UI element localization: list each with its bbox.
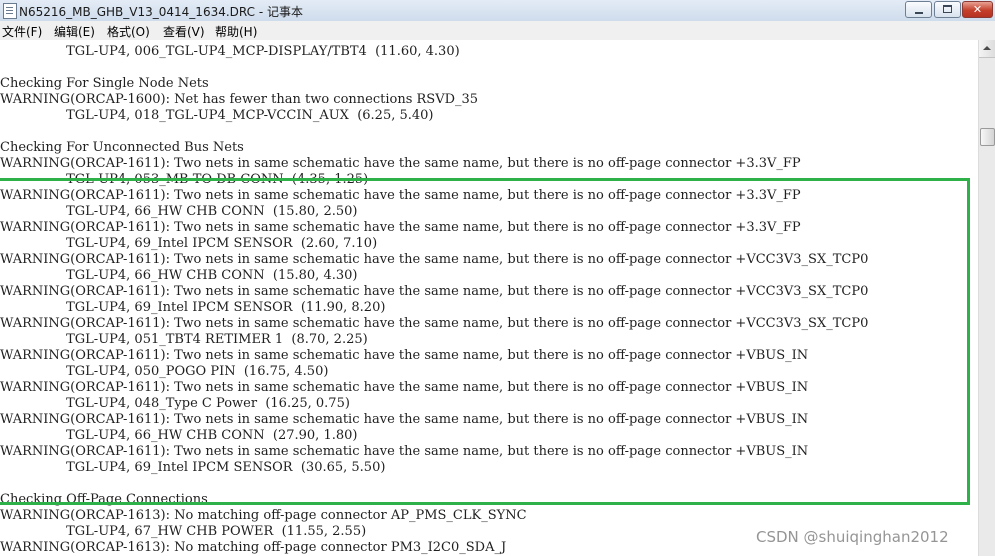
text-line: TGL-UP4, 018_TGL-UP4_MCP-VCCIN_AUX (6.25… xyxy=(0,108,434,123)
text-line: TGL-UP4, 006_TGL-UP4_MCP-DISPLAY/TBT4 (1… xyxy=(0,44,460,59)
text-line: TGL-UP4, 66_HW CHB CONN (15.80, 4.30) xyxy=(0,268,358,283)
text-line: TGL-UP4, 66_HW CHB CONN (15.80, 2.50) xyxy=(0,204,358,219)
text-line: TGL-UP4, 66_HW CHB CONN (27.90, 1.80) xyxy=(0,428,358,443)
text-line: WARNING(ORCAP-1613): No matching off-pag… xyxy=(0,540,507,555)
text-line: TGL-UP4, 69_Intel IPCM SENSOR (2.60, 7.1… xyxy=(0,236,378,251)
scroll-thumb[interactable] xyxy=(980,128,995,146)
menu-edit[interactable]: 编辑(E) xyxy=(54,23,95,40)
menu-format[interactable]: 格式(O) xyxy=(107,23,150,40)
scroll-up-arrow-icon[interactable] xyxy=(979,40,995,58)
text-line: WARNING(ORCAP-1611): Two nets in same sc… xyxy=(0,220,801,235)
text-line: WARNING(ORCAP-1611): Two nets in same sc… xyxy=(0,316,869,331)
text-line: TGL-UP4, 69_Intel IPCM SENSOR (11.90, 8.… xyxy=(0,300,386,315)
text-line: WARNING(ORCAP-1613): No matching off-pag… xyxy=(0,508,527,523)
text-line: Checking Off-Page Connections xyxy=(0,492,208,507)
text-line: TGL-UP4, 051_TBT4 RETIMER 1 (8.70, 2.25) xyxy=(0,332,368,347)
text-line: TGL-UP4, 050_POGO PIN (16.75, 4.50) xyxy=(0,364,329,379)
text-line: TGL-UP4, 048_Type C Power (16.25, 0.75) xyxy=(0,396,350,411)
close-button[interactable]: ✕ xyxy=(962,1,993,18)
text-line: TGL-UP4, 053_MB TO DB CONN (4.35, 1.25) xyxy=(0,172,369,187)
minimize-button[interactable] xyxy=(905,1,932,18)
text-line: WARNING(ORCAP-1611): Two nets in same sc… xyxy=(0,444,809,459)
text-line: TGL-UP4, 69_Intel IPCM SENSOR (30.65, 5.… xyxy=(0,460,386,475)
text-line: Checking For Unconnected Bus Nets xyxy=(0,140,244,155)
menu-view[interactable]: 查看(V) xyxy=(163,23,205,40)
text-line: Checking For Single Node Nets xyxy=(0,76,209,91)
close-icon: ✕ xyxy=(972,3,983,16)
text-line: WARNING(ORCAP-1611): Two nets in same sc… xyxy=(0,348,809,363)
notepad-window: N65216_MB_GHB_V13_0414_1634.DRC - 记事本 ✕ … xyxy=(0,0,995,556)
window-title: N65216_MB_GHB_V13_0414_1634.DRC - 记事本 xyxy=(19,5,303,19)
menu-help[interactable]: 帮助(H) xyxy=(215,23,257,40)
menu-bar: 文件(F) 编辑(E) 格式(O) 查看(V) 帮助(H) xyxy=(0,21,995,41)
text-editor[interactable]: TGL-UP4, 006_TGL-UP4_MCP-DISPLAY/TBT4 (1… xyxy=(0,40,978,556)
maximize-button[interactable] xyxy=(934,1,961,18)
notepad-icon xyxy=(3,3,17,19)
text-line: WARNING(ORCAP-1611): Two nets in same sc… xyxy=(0,284,869,299)
text-line: WARNING(ORCAP-1611): Two nets in same sc… xyxy=(0,188,801,203)
text-line: WARNING(ORCAP-1611): Two nets in same sc… xyxy=(0,412,809,427)
title-bar[interactable]: N65216_MB_GHB_V13_0414_1634.DRC - 记事本 ✕ xyxy=(0,0,995,22)
text-line: WARNING(ORCAP-1611): Two nets in same sc… xyxy=(0,380,809,395)
text-line: WARNING(ORCAP-1611): Two nets in same sc… xyxy=(0,252,869,267)
text-line: WARNING(ORCAP-1611): Two nets in same sc… xyxy=(0,156,801,171)
vertical-scrollbar[interactable] xyxy=(978,40,995,556)
text-line: WARNING(ORCAP-1600): Net has fewer than … xyxy=(0,92,479,107)
watermark: CSDN @shuiqinghan2012 xyxy=(756,528,949,546)
maximize-icon xyxy=(943,5,952,13)
menu-file[interactable]: 文件(F) xyxy=(2,23,42,40)
minimize-icon xyxy=(915,12,923,14)
text-line: TGL-UP4, 67_HW CHB POWER (11.55, 2.55) xyxy=(0,524,367,539)
